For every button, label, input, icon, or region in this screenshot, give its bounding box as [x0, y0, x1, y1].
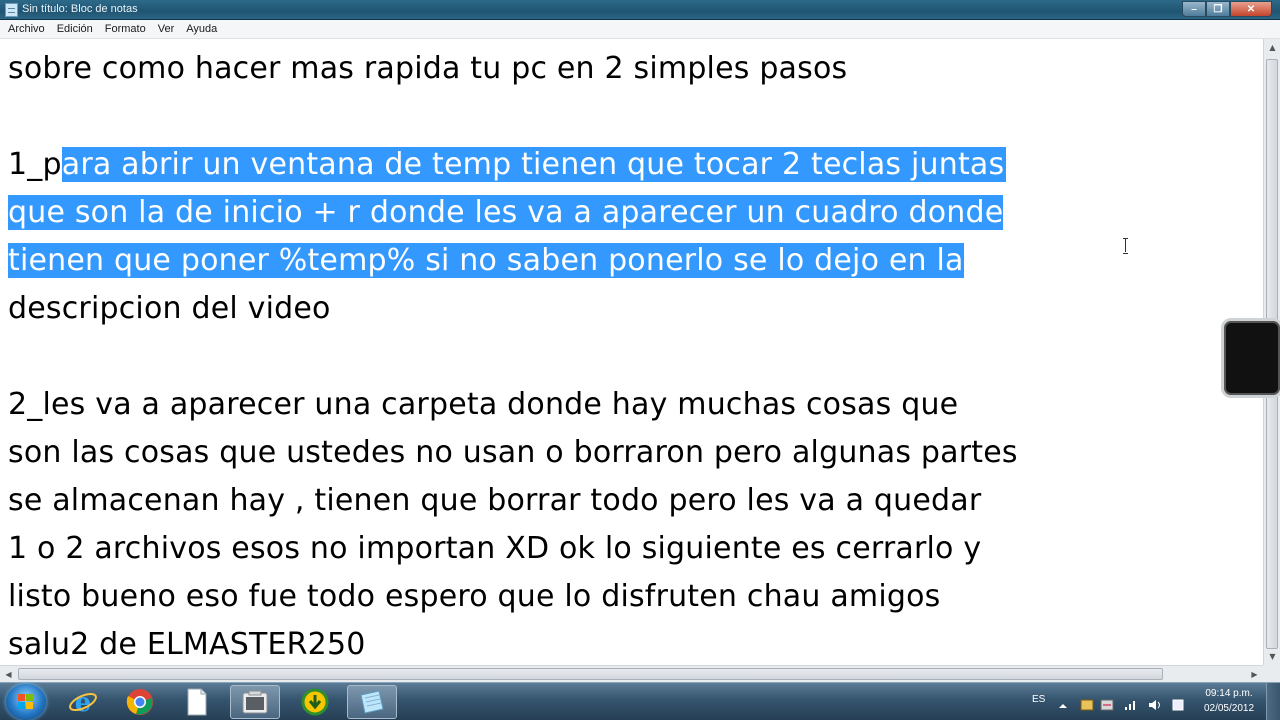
start-button[interactable] [6, 684, 46, 720]
maximize-button[interactable]: ❐ [1206, 1, 1230, 17]
window-controls: – ❐ ✕ [1182, 1, 1272, 17]
notepad-icon [360, 690, 384, 714]
menu-bar: Archivo Edición Formato Ver Ayuda [0, 20, 1280, 39]
internet-explorer-icon: e [69, 688, 97, 717]
floating-overlay-widget[interactable] [1221, 318, 1280, 398]
menu-formato[interactable]: Formato [100, 23, 153, 35]
selected-text: que son la de inicio + r donde les va a … [8, 195, 1004, 230]
blank-document-icon [187, 688, 207, 716]
restore-icon: ❐ [1213, 3, 1223, 15]
text-line: se almacenan hay , tienen que borrar tod… [8, 483, 982, 518]
minimize-icon: – [1191, 3, 1197, 15]
window-title: Sin título: Bloc de notas [22, 3, 138, 15]
scroll-up-icon[interactable]: ▲ [1264, 39, 1280, 56]
ibeam-cursor-icon [1123, 238, 1128, 254]
text-line: 2_les va a aparecer una carpeta donde ha… [8, 387, 959, 422]
taskbar-notepad[interactable] [347, 685, 397, 719]
taskbar: e ES 09:14 p.m. 02/05/2012 [0, 682, 1280, 720]
scroll-right-icon[interactable]: ▶ [1246, 666, 1263, 683]
text-line: 1 o 2 archivos esos no importan XD ok lo… [8, 531, 982, 566]
download-manager-icon [301, 688, 329, 716]
chrome-icon [126, 689, 153, 715]
action-center-icon[interactable] [1171, 696, 1185, 711]
text-editor[interactable]: sobre como hacer mas rapida tu pc en 2 s… [0, 39, 1263, 665]
language-indicator[interactable]: ES [1032, 694, 1045, 705]
title-bar: Sin título: Bloc de notas – ❐ ✕ [0, 0, 1280, 20]
menu-edicion[interactable]: Edición [52, 23, 100, 35]
scrollbar-corner [1263, 665, 1280, 682]
horizontal-scroll-thumb[interactable] [18, 668, 1163, 680]
clock-date: 02/05/2012 [1203, 703, 1255, 714]
close-icon: ✕ [1246, 3, 1256, 15]
taskbar-download-manager[interactable] [290, 685, 340, 719]
taskbar-internet-explorer[interactable]: e [58, 685, 108, 719]
minimize-button[interactable]: – [1182, 1, 1206, 17]
text-line: tienen que poner %temp% si no saben pone… [8, 239, 964, 283]
menu-archivo[interactable]: Archivo [3, 23, 52, 35]
selected-text: tienen que poner %temp% si no saben pone… [8, 243, 964, 278]
show-desktop-button[interactable] [1266, 683, 1280, 720]
tray-app-icon[interactable] [1080, 696, 1094, 711]
tray-security-icon[interactable] [1100, 696, 1114, 711]
taskbar-blank-document[interactable] [172, 685, 222, 719]
text-line: salu2 de ELMASTER250 [8, 627, 366, 662]
clock-time: 09:14 p.m. [1205, 688, 1253, 699]
text-line: listo bueno eso fue todo espero que lo d… [8, 579, 941, 614]
close-button[interactable]: ✕ [1230, 1, 1272, 17]
text-line: descripcion del video [8, 291, 331, 326]
volume-icon[interactable] [1148, 696, 1162, 710]
notepad-app-icon[interactable] [5, 3, 18, 17]
explorer-folder-icon [242, 690, 268, 714]
horizontal-scrollbar[interactable]: ◀ ▶ [0, 665, 1263, 682]
network-icon[interactable] [1124, 696, 1138, 710]
scroll-left-icon[interactable]: ◀ [0, 666, 17, 683]
taskbar-explorer[interactable] [230, 685, 280, 719]
text-line: sobre como hacer mas rapida tu pc en 2 s… [8, 51, 848, 86]
text-line: 1_para abrir un ventana de temp tienen q… [8, 147, 1007, 182]
scroll-down-icon[interactable]: ▼ [1264, 648, 1280, 665]
tray-expand-icon[interactable] [1058, 696, 1072, 708]
menu-ayuda[interactable]: Ayuda [181, 23, 224, 35]
windows-logo-icon [18, 694, 34, 710]
svg-text:e: e [75, 688, 92, 717]
selected-text: ara abrir un ventana de temp tienen que … [61, 147, 1007, 182]
system-clock[interactable]: 09:14 p.m. 02/05/2012 [1196, 686, 1262, 716]
menu-ver[interactable]: Ver [153, 23, 182, 35]
text-line: son las cosas que ustedes no usan o borr… [8, 435, 1018, 470]
text-line: que son la de inicio + r donde les va a … [8, 191, 1004, 235]
taskbar-chrome[interactable] [115, 685, 165, 719]
